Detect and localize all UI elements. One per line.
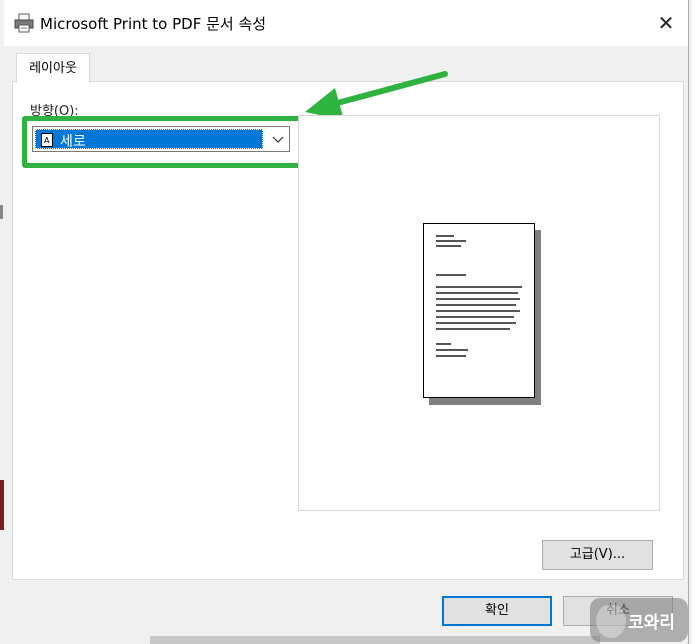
close-icon: ✕: [657, 11, 675, 35]
printer-icon: [14, 13, 34, 33]
window-title: Microsoft Print to PDF 문서 속성: [40, 15, 267, 33]
close-button[interactable]: ✕: [652, 10, 680, 36]
ok-button[interactable]: 확인: [442, 596, 552, 626]
watermark-text: 코와리: [628, 613, 675, 633]
annotation-highlight-box: [22, 116, 306, 168]
background-taskbar-strip: [150, 636, 600, 644]
tab-layout[interactable]: 레이아웃: [16, 53, 90, 83]
watermark-logo: 코와리: [590, 598, 688, 642]
preview-page: [423, 223, 535, 398]
watermark-mascot-icon: [596, 604, 626, 638]
background-window-mark: [0, 205, 3, 219]
advanced-button[interactable]: 고급(V)...: [542, 540, 653, 570]
title-bar: Microsoft Print to PDF 문서 속성 ✕: [4, 0, 688, 46]
